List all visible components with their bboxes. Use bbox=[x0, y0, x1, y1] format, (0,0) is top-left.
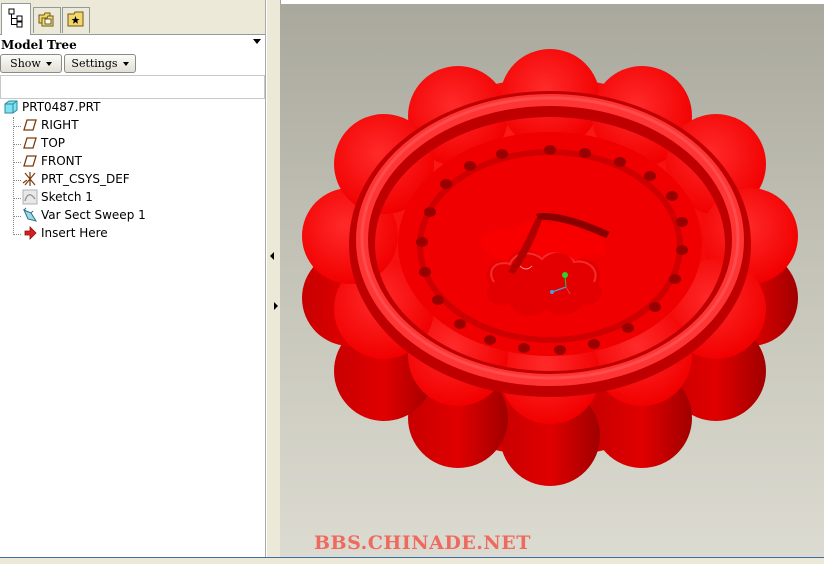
tree-guide-branch bbox=[13, 198, 21, 199]
tree-item-label: Insert Here bbox=[41, 226, 108, 240]
model-tree-panel: Model Tree Show Settings PRT0487.PRT RIG… bbox=[0, 0, 266, 557]
tab-folder-browser[interactable] bbox=[33, 7, 61, 33]
collapse-left-icon[interactable] bbox=[270, 252, 274, 260]
tree-item-front[interactable]: FRONT bbox=[22, 152, 82, 170]
settings-button[interactable]: Settings bbox=[64, 54, 136, 73]
tree-item-label: Var Sect Sweep 1 bbox=[41, 208, 146, 222]
show-button-label: Show bbox=[10, 57, 41, 70]
tree-item-label: Sketch 1 bbox=[41, 190, 93, 204]
tree-guide-branch bbox=[13, 144, 21, 145]
mooncake-mold-model bbox=[302, 49, 798, 486]
tree-item-label: PRT_CSYS_DEF bbox=[41, 172, 130, 186]
part-icon bbox=[3, 99, 19, 115]
tree-guide-branch bbox=[13, 126, 21, 127]
tree-item-insert-here[interactable]: Insert Here bbox=[22, 224, 108, 242]
tree-guide-branch bbox=[13, 234, 21, 235]
tree-guide-branch bbox=[13, 180, 21, 181]
insert-arrow-icon bbox=[22, 225, 38, 241]
coordinate-system-icon bbox=[22, 171, 38, 187]
folder-browser-icon bbox=[37, 10, 57, 31]
expand-right-icon[interactable] bbox=[274, 302, 278, 310]
tree-item-top[interactable]: TOP bbox=[22, 134, 65, 152]
tree-column-header bbox=[0, 75, 265, 99]
tree-item-right[interactable]: RIGHT bbox=[22, 116, 79, 134]
datum-plane-icon bbox=[22, 117, 38, 133]
datum-plane-icon bbox=[22, 153, 38, 169]
panel-header: Model Tree bbox=[0, 35, 265, 54]
model-tree-icon bbox=[8, 8, 24, 31]
tab-favorites[interactable] bbox=[62, 7, 90, 33]
panel-title: Model Tree bbox=[1, 38, 77, 52]
tree-item-part[interactable]: PRT0487.PRT bbox=[3, 98, 100, 116]
favorites-icon bbox=[66, 10, 86, 31]
settings-button-label: Settings bbox=[71, 57, 118, 70]
sketch-icon bbox=[22, 189, 38, 205]
tree-guide-branch bbox=[13, 216, 21, 217]
panel-toolbar: Show Settings bbox=[0, 54, 265, 74]
tree-item-label: RIGHT bbox=[41, 118, 79, 132]
settings-dropdown-icon bbox=[122, 61, 129, 66]
tree-item-sketch[interactable]: Sketch 1 bbox=[22, 188, 93, 206]
chevron-down-icon[interactable] bbox=[253, 39, 261, 44]
tree-item-label: FRONT bbox=[41, 154, 82, 168]
panel-splitter[interactable] bbox=[266, 0, 281, 557]
tab-model-tree[interactable] bbox=[1, 3, 31, 35]
tree-item-sweep[interactable]: Var Sect Sweep 1 bbox=[22, 206, 146, 224]
tree-item-label: TOP bbox=[41, 136, 66, 150]
datum-plane-icon bbox=[22, 135, 38, 151]
graphics-viewport[interactable]: BBS.CHINADE.NET bbox=[280, 4, 824, 557]
tree-guide-branch bbox=[13, 162, 21, 163]
tree-item-csys[interactable]: PRT_CSYS_DEF bbox=[22, 170, 130, 188]
tree-item-label: PRT0487.PRT bbox=[22, 100, 101, 114]
show-dropdown-icon bbox=[45, 61, 52, 66]
show-button[interactable]: Show bbox=[0, 54, 62, 73]
navigator-tab-strip bbox=[0, 0, 265, 35]
sweep-icon bbox=[22, 207, 38, 223]
watermark-text: BBS.CHINADE.NET bbox=[314, 532, 531, 554]
